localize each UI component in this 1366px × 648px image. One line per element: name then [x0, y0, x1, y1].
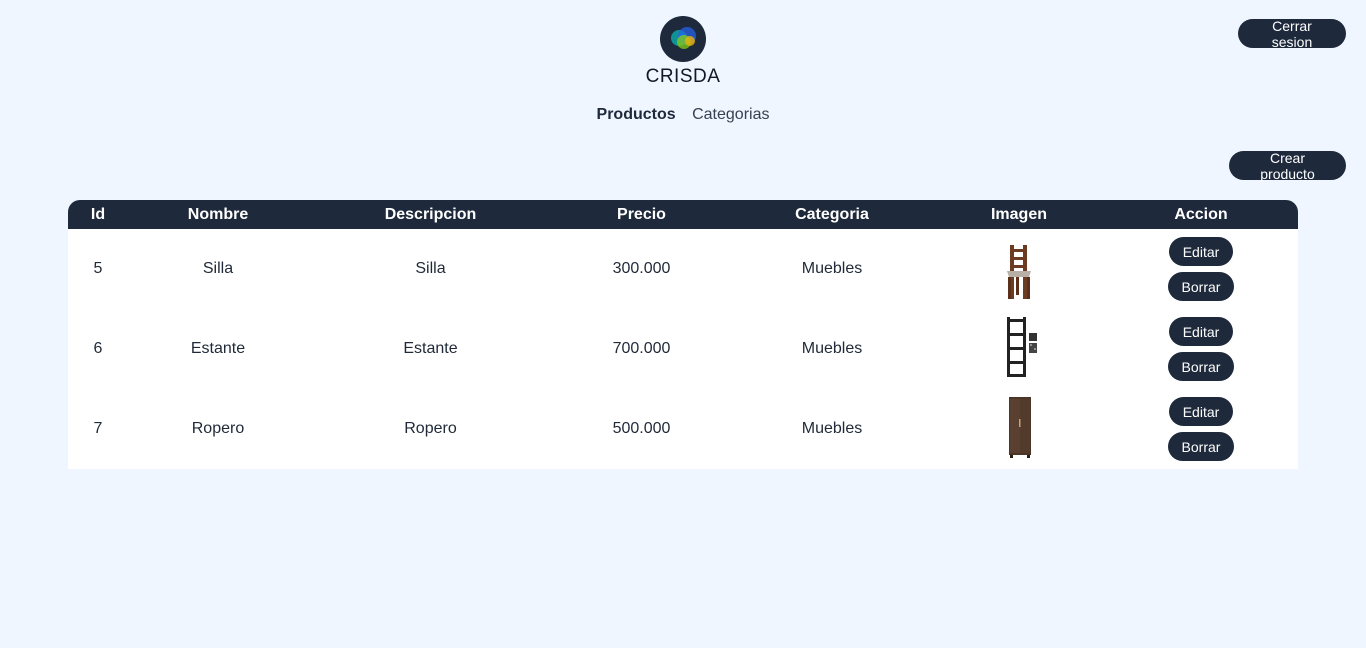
cell-categoria: Muebles — [730, 229, 934, 309]
cell-precio: 500.000 — [553, 389, 730, 469]
cell-imagen — [934, 229, 1104, 309]
column-header-descripcion: Descripcion — [308, 200, 553, 229]
delete-button[interactable]: Borrar — [1168, 432, 1234, 461]
wardrobe-icon — [989, 395, 1049, 459]
cell-accion: Editar Borrar — [1104, 229, 1298, 309]
edit-button[interactable]: Editar — [1169, 237, 1233, 266]
cell-descripcion: Estante — [308, 309, 553, 389]
cell-accion: Editar Borrar — [1104, 309, 1298, 389]
cell-accion: Editar Borrar — [1104, 389, 1298, 469]
shelf-icon — [989, 315, 1049, 379]
column-header-categoria: Categoria — [730, 200, 934, 229]
logo-icon — [660, 16, 706, 62]
cell-nombre: Silla — [128, 229, 308, 309]
table-row: 5 Silla Silla 300.000 Muebles Editar Bor… — [68, 229, 1298, 309]
cell-id: 5 — [68, 229, 128, 309]
column-header-nombre: Nombre — [128, 200, 308, 229]
table-header-row: Id Nombre Descripcion Precio Categoria I… — [68, 200, 1298, 229]
nav-item-categorias[interactable]: Categorias — [692, 106, 769, 123]
cell-id: 7 — [68, 389, 128, 469]
edit-button[interactable]: Editar — [1169, 397, 1233, 426]
cell-precio: 700.000 — [553, 309, 730, 389]
cell-categoria: Muebles — [730, 389, 934, 469]
column-header-imagen: Imagen — [934, 200, 1104, 229]
table-row: 7 Ropero Ropero 500.000 Muebles Editar B… — [68, 389, 1298, 469]
cell-id: 6 — [68, 309, 128, 389]
chair-icon — [989, 235, 1049, 299]
row-actions: Editar Borrar — [1104, 317, 1298, 381]
delete-button[interactable]: Borrar — [1168, 352, 1234, 381]
products-table: Id Nombre Descripcion Precio Categoria I… — [68, 200, 1298, 469]
nav-item-productos[interactable]: Productos — [597, 106, 676, 123]
create-product-button[interactable]: Crear producto — [1229, 150, 1346, 182]
brand-name: CRISDA — [645, 66, 721, 87]
brand: CRISDA — [0, 16, 1366, 88]
column-header-accion: Accion — [1104, 200, 1298, 229]
cell-categoria: Muebles — [730, 309, 934, 389]
row-actions: Editar Borrar — [1104, 237, 1298, 301]
cell-descripcion: Ropero — [308, 389, 553, 469]
cell-nombre: Estante — [128, 309, 308, 389]
edit-button[interactable]: Editar — [1169, 317, 1233, 346]
cell-imagen — [934, 309, 1104, 389]
delete-button[interactable]: Borrar — [1168, 272, 1234, 301]
main-nav: Productos Categorias — [0, 106, 1366, 124]
table-row: 6 Estante Estante 700.000 Muebles Editar… — [68, 309, 1298, 389]
column-header-id: Id — [68, 200, 128, 229]
column-header-precio: Precio — [553, 200, 730, 229]
row-actions: Editar Borrar — [1104, 397, 1298, 461]
cell-descripcion: Silla — [308, 229, 553, 309]
cell-precio: 300.000 — [553, 229, 730, 309]
cell-nombre: Ropero — [128, 389, 308, 469]
cell-imagen — [934, 389, 1104, 469]
